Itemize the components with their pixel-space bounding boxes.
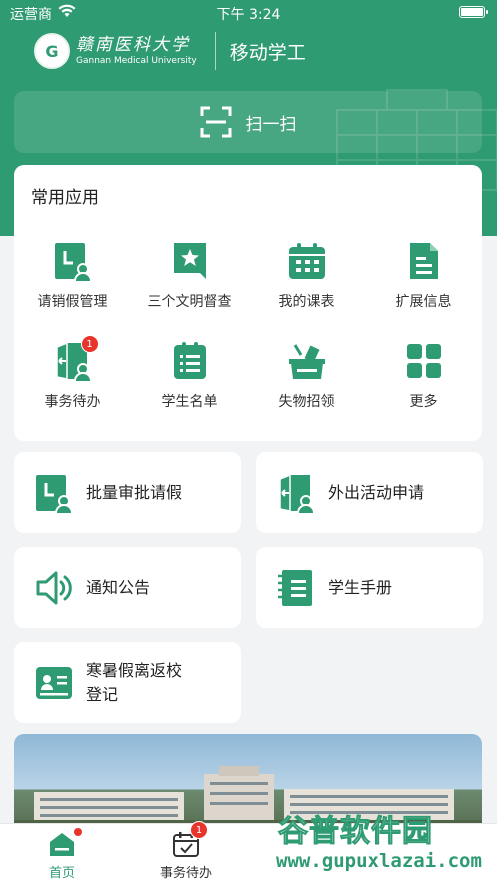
grid-icon [406, 344, 441, 378]
app-pending-tasks[interactable]: 1 事务待办 [14, 335, 131, 421]
school-name-en: Gannan Medical University [76, 56, 197, 66]
app-title: 移动学工 [229, 41, 306, 64]
document-icon [409, 243, 438, 279]
app-label: 失物招领 [278, 394, 335, 410]
tasks-badge: 1 [190, 821, 208, 839]
tile-announcements[interactable]: 通知公告 [14, 547, 241, 628]
pending-badge: 1 [80, 335, 99, 353]
clock: 下午 3:24 [216, 7, 281, 23]
scan-button[interactable]: 扫一扫 [14, 91, 482, 153]
lost-found-icon [288, 344, 325, 379]
watermark-url: www.gupuxlazai.com [276, 850, 482, 872]
app-label: 学生名单 [161, 394, 218, 410]
app-student-list[interactable]: 学生名单 [131, 341, 248, 421]
app-civility-inspection[interactable]: 三个文明督查 [131, 241, 248, 321]
app-label: 我的课表 [278, 294, 335, 310]
notebook-icon [278, 569, 312, 606]
bookmark-star-icon [173, 243, 206, 279]
tile-label-line1: 寒暑假离返校 [86, 660, 183, 680]
app-label: 事务待办 [44, 394, 101, 410]
app-label: 请销假管理 [37, 294, 108, 310]
tile-vacation-registration[interactable]: 寒暑假离返校 登记 [14, 642, 241, 723]
tab-label: 事务待办 [159, 866, 212, 881]
door-person-icon [279, 473, 315, 513]
watermark-title: 谷普软件园 [278, 814, 433, 850]
app-extended-info[interactable]: 扩展信息 [365, 241, 482, 321]
tile-student-handbook[interactable]: 学生手册 [256, 547, 483, 628]
site-watermark: 谷普软件园 www.gupuxlazai.com [272, 806, 497, 883]
leave-request-icon [36, 474, 73, 513]
status-bar: 运营商 下午 3:24 [0, 0, 497, 26]
list-icon [173, 342, 206, 379]
app-lost-and-found[interactable]: 失物招领 [248, 341, 365, 421]
tab-home[interactable]: 首页 [0, 828, 124, 882]
tile-label: 通知公告 [86, 577, 151, 597]
app-more[interactable]: 更多 [365, 341, 482, 421]
tab-pending-tasks[interactable]: 1 事务待办 [124, 821, 248, 882]
common-apps-card: 常用应用 请销假管理 三个文明督查 我的课表 扩展信息 1 事务待办 学生名单 … [14, 165, 482, 441]
app-label: 更多 [409, 394, 438, 410]
id-card-icon [36, 666, 72, 699]
calendar-icon [288, 243, 325, 279]
home-icon [50, 833, 74, 856]
speaker-icon [36, 571, 72, 604]
tile-label: 学生手册 [328, 577, 393, 597]
battery-icon [459, 6, 488, 18]
header-divider [214, 32, 216, 70]
app-header: G 赣南医科大学 Gannan Medical University 移动学工 [34, 30, 306, 72]
school-name-cn: 赣南医科大学 [76, 35, 190, 55]
app-my-schedule[interactable]: 我的课表 [248, 241, 365, 321]
tile-label: 外出活动申请 [328, 482, 425, 502]
app-label: 扩展信息 [395, 294, 452, 310]
scan-label: 扫一扫 [245, 114, 297, 135]
tab-label: 首页 [48, 866, 75, 881]
app-label: 三个文明督查 [147, 294, 232, 310]
home-notification-dot [74, 828, 82, 836]
tile-label: 批量审批请假 [86, 482, 183, 502]
tile-label: 寒暑假离返校 登记 [86, 659, 182, 707]
leave-request-icon [54, 243, 92, 281]
tile-label-line2: 登记 [86, 684, 119, 704]
scan-icon [200, 106, 231, 138]
tile-outing-application[interactable]: 外出活动申请 [256, 452, 483, 533]
app-leave-management[interactable]: 请销假管理 [14, 241, 131, 321]
common-apps-title: 常用应用 [31, 188, 99, 208]
tile-batch-leave-approval[interactable]: 批量审批请假 [14, 452, 241, 533]
school-logo-icon: G [34, 33, 70, 69]
